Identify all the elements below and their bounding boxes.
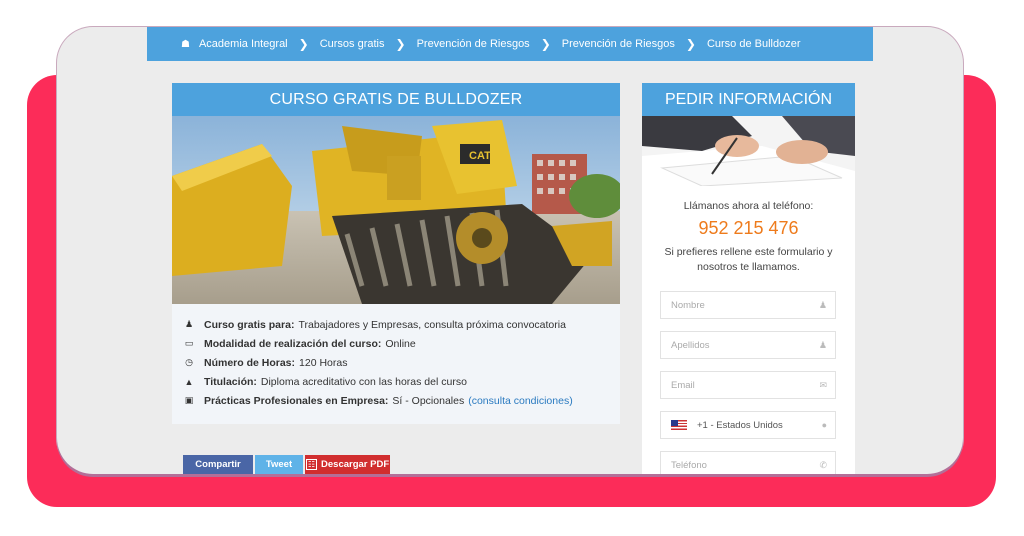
signing-hands-photo (642, 116, 855, 186)
breadcrumb-item[interactable]: Prevención de Riesgos (417, 38, 530, 50)
globe-icon: ● (821, 420, 827, 430)
breadcrumb-item[interactable]: Cursos gratis (320, 38, 385, 50)
browser-card: ☗ Academia Integral ❯ Cursos gratis ❯ Pr… (57, 27, 963, 474)
chevron-right-icon: ❯ (298, 37, 309, 51)
detail-row-modality: ▭ Modalidad de realización del curso: On… (184, 337, 416, 350)
breadcrumb: ☗ Academia Integral ❯ Cursos gratis ❯ Pr… (147, 27, 873, 61)
facebook-share-button[interactable]: Compartir (183, 455, 253, 474)
us-flag-icon (671, 420, 687, 430)
phone-number[interactable]: 952 215 476 (642, 218, 855, 239)
telefono-field[interactable]: Teléfono ✆ (660, 451, 836, 474)
user-icon: ♟ (818, 339, 827, 350)
detail-row-audience: ♟ Curso gratis para: Trabajadores y Empr… (184, 318, 566, 331)
breadcrumb-item[interactable]: Academia Integral (199, 38, 288, 50)
user-icon: ♟ (818, 299, 827, 310)
nombre-field[interactable]: Nombre ♟ (660, 291, 836, 319)
detail-row-degree: ▲ Titulación: Diploma acreditativo con l… (184, 375, 467, 388)
download-pdf-button[interactable]: ☷ Descargar PDF (305, 455, 390, 474)
pdf-icon: ☷ (305, 459, 318, 470)
course-details: ♟ Curso gratis para: Trabajadores y Empr… (172, 304, 620, 424)
conditions-link[interactable]: (consulta condiciones) (468, 395, 572, 407)
country-select[interactable]: +1 - Estados Unidos ● (660, 411, 836, 439)
call-label: Llámanos ahora al teléfono: (683, 200, 814, 212)
breadcrumb-item-current: Curso de Bulldozer (706, 38, 801, 50)
briefcase-icon: ▣ (184, 395, 194, 405)
course-panel: CURSO GRATIS DE BULLDOZER CAT ♟ Curso gr… (172, 83, 620, 474)
phone-icon: ✆ (819, 459, 827, 470)
graduation-cap-icon: ▲ (184, 376, 194, 387)
home-icon[interactable]: ☗ (181, 39, 190, 50)
info-request-panel: PEDIR INFORMACIÓN Llámanos ahora al telé… (642, 83, 855, 474)
chevron-right-icon: ❯ (685, 37, 696, 51)
info-panel-title: PEDIR INFORMACIÓN (642, 83, 855, 116)
user-icon: ♟ (184, 319, 194, 329)
detail-row-hours: ◷ Número de Horas: 120 Horas (183, 353, 620, 372)
email-field[interactable]: Email ✉ (660, 371, 836, 399)
share-buttons: Compartir Tweet ☷ Descargar PDF (183, 455, 390, 474)
form-note: Si prefieres rellene este formulario y n… (664, 246, 833, 273)
chevron-right-icon: ❯ (395, 37, 406, 51)
detail-row-internship: ▣ Prácticas Profesionales en Empresa: Sí… (184, 394, 573, 407)
chevron-right-icon: ❯ (540, 37, 551, 51)
bulldozer-photo: CAT (172, 116, 620, 304)
svg-text:CAT: CAT (469, 150, 491, 162)
laptop-icon: ▭ (184, 338, 194, 348)
breadcrumb-item[interactable]: Prevención de Riesgos (562, 38, 675, 50)
envelope-icon: ✉ (819, 379, 827, 390)
clock-icon: ◷ (185, 357, 193, 367)
course-title: CURSO GRATIS DE BULLDOZER (172, 83, 620, 116)
tweet-button[interactable]: Tweet (255, 455, 303, 474)
apellidos-field[interactable]: Apellidos ♟ (660, 331, 836, 359)
